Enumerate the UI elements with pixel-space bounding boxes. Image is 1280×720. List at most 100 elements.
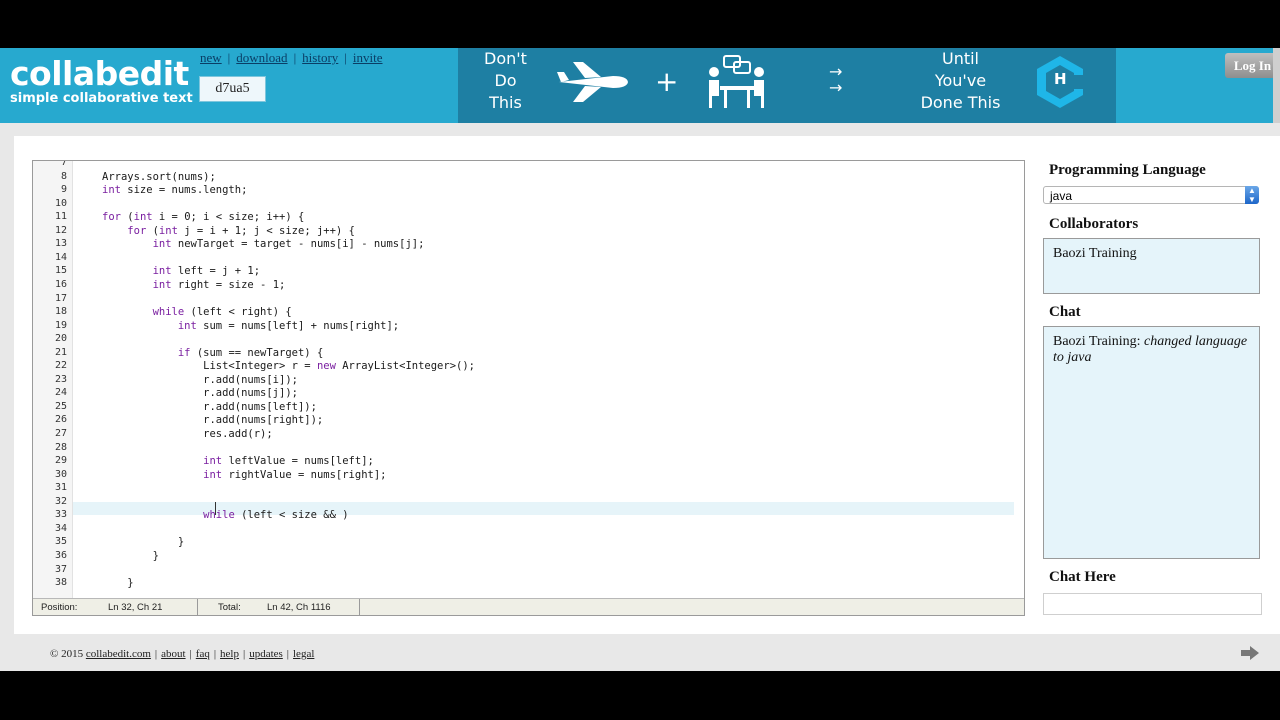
line-number: 35 (54, 536, 67, 548)
collaborators-box: Baozi Training (1043, 238, 1260, 294)
line-number: 37 (54, 563, 67, 575)
footer-home-link[interactable]: collabedit.com (86, 648, 151, 660)
banner-arrows: → → (829, 62, 843, 97)
top-nav: new | download | history | invite (200, 50, 383, 65)
page: collabedit simple collaborative text new… (0, 48, 1280, 671)
code-line[interactable]: } (102, 536, 184, 548)
code-line[interactable]: r.add(nums[left]); (102, 401, 317, 413)
language-heading: Programming Language (1049, 162, 1206, 178)
language-select[interactable]: java ▲ ▼ (1043, 186, 1259, 204)
footer-copyright: © 2015 (50, 648, 84, 660)
code-line[interactable]: Arrays.sort(nums); (102, 171, 216, 183)
airplane-icon (557, 62, 628, 102)
footer-updates-link[interactable]: updates (249, 648, 283, 660)
line-number: 34 (54, 522, 67, 534)
code-line[interactable]: while (left < size && ) (102, 509, 348, 521)
banner-left-line: Don't (484, 49, 527, 68)
code-line[interactable]: int size = nums.length; (102, 184, 247, 196)
interview-icon (709, 55, 764, 108)
banner-plus: + (655, 65, 679, 98)
nav-download-link[interactable]: download (236, 50, 287, 65)
line-number: 8 (60, 170, 67, 182)
line-number: 31 (54, 482, 67, 494)
line-number: 24 (54, 387, 67, 399)
line-number: 14 (54, 251, 67, 263)
line-number: 21 (54, 346, 67, 358)
line-number: 25 (54, 400, 67, 412)
code-line[interactable]: int leftValue = nums[left]; (102, 455, 374, 467)
code-line[interactable]: while (left < right) { (102, 306, 292, 318)
chat-log: Baozi Training: changed language to java (1043, 326, 1260, 559)
ad-banner[interactable]: Don't Do This + → → Until You've Done Th… (458, 48, 1116, 123)
line-number: 16 (54, 278, 67, 290)
banner-right-text: Until You've Done This (913, 48, 1008, 114)
banner-logo-letter: H (1054, 70, 1067, 88)
banner-right-line: Done This (920, 93, 1001, 112)
line-number: 12 (54, 224, 67, 236)
footer-help-link[interactable]: help (220, 648, 239, 660)
line-number-gutter: 7 8 9 10 11 12 13 14 15 16 17 18 19 20 21 22 23 24 25 26 27 2… (33, 161, 73, 598)
line-number: 29 (54, 455, 67, 467)
footer-about-link[interactable]: about (161, 648, 185, 660)
code-line[interactable]: int rightValue = nums[right]; (102, 469, 386, 481)
line-number: 20 (54, 333, 67, 345)
chat-input[interactable] (1043, 593, 1262, 615)
line-number: 18 (54, 306, 67, 318)
nav-history-link[interactable]: history (302, 50, 338, 65)
line-number: 13 (54, 238, 67, 250)
code-editor[interactable]: 7 8 9 10 11 12 13 14 15 16 17 18 19 20 21 22 23 24 25 26 27 2… (32, 160, 1025, 616)
footer-legal-link[interactable]: legal (293, 648, 314, 660)
banner-right-line: You've (934, 71, 987, 90)
line-number: 9 (60, 184, 67, 196)
chat-message-user: Baozi Training: (1053, 334, 1141, 349)
banner-left-line: This (489, 93, 522, 112)
total-value: Ln 42, Ch 1116 (267, 602, 331, 613)
line-number: 15 (54, 265, 67, 277)
code-line[interactable]: r.add(nums[j]); (102, 387, 298, 399)
line-number: 27 (54, 428, 67, 439)
line-number: 33 (54, 509, 67, 521)
nav-new-link[interactable]: new (200, 50, 222, 65)
document-id-box[interactable]: d7ua5 (199, 76, 266, 102)
line-number: 7 (60, 160, 67, 168)
code-line[interactable]: List<Integer> r = new ArrayList<Integer>… (102, 360, 475, 372)
code-line[interactable]: r.add(nums[right]); (102, 414, 323, 426)
next-arrow-icon[interactable] (1240, 645, 1260, 661)
line-number: 32 (54, 495, 67, 507)
header: collabedit simple collaborative text new… (0, 48, 1280, 123)
code-line[interactable]: r.add(nums[i]); (102, 374, 298, 386)
code-line[interactable]: int left = j + 1; (102, 265, 260, 277)
code-line[interactable]: int right = size - 1; (102, 279, 286, 291)
line-number: 38 (54, 577, 67, 589)
code-line[interactable]: int sum = nums[left] + nums[right]; (102, 320, 399, 332)
chat-heading: Chat (1049, 304, 1081, 320)
chat-here-heading: Chat Here (1049, 569, 1116, 585)
banner-left-text: Don't Do This (478, 48, 533, 114)
line-number: 30 (54, 468, 67, 480)
window-scrollbar[interactable] (1273, 48, 1280, 123)
line-number: 10 (54, 197, 67, 209)
line-number: 26 (54, 414, 67, 426)
position-label: Position: (41, 602, 78, 613)
banner-right-line: Until (941, 49, 979, 68)
footer-faq-link[interactable]: faq (196, 648, 210, 660)
code-line[interactable]: int newTarget = target - nums[i] - nums[… (102, 238, 425, 250)
line-number: 19 (54, 319, 67, 331)
line-number: 36 (54, 549, 67, 561)
code-line[interactable]: for (int j = i + 1; j < size; j++) { (102, 225, 355, 237)
code-line[interactable]: for (int i = 0; i < size; i++) { (102, 211, 304, 223)
code-line[interactable]: } (102, 550, 159, 562)
select-arrows-icon: ▲ ▼ (1245, 186, 1259, 204)
status-bar: Position: Ln 32, Ch 21 Total: Ln 42, Ch … (33, 598, 1024, 615)
line-number: 22 (54, 360, 67, 372)
code-line[interactable]: res.add(r); (102, 428, 273, 440)
line-number: 17 (54, 292, 67, 304)
code-line[interactable]: } (102, 577, 133, 589)
line-number: 23 (54, 373, 67, 385)
nav-invite-link[interactable]: invite (353, 50, 383, 65)
site-logo[interactable]: collabedit (10, 54, 189, 94)
banner-left-line: Do (494, 71, 517, 90)
code-line[interactable]: if (sum == newTarget) { (102, 347, 323, 359)
login-button[interactable]: Log In (1225, 53, 1280, 78)
line-number: 28 (54, 441, 67, 453)
